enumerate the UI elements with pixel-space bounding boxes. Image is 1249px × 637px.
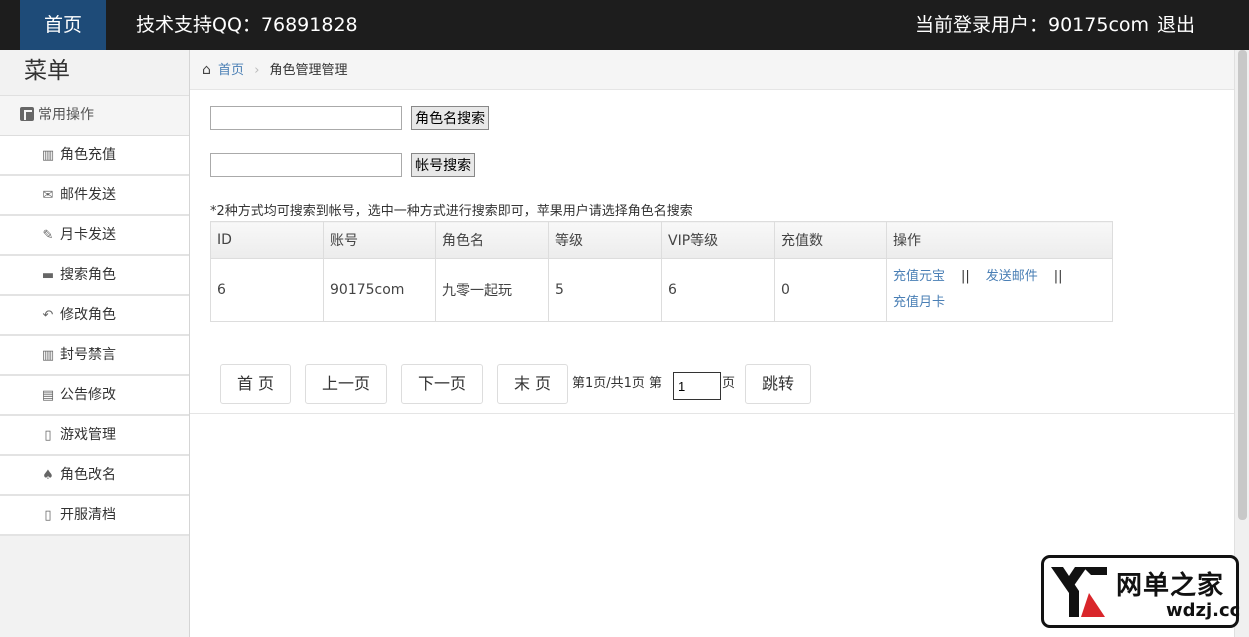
first-page-button[interactable]: 首 页 (220, 364, 291, 404)
home-icon: ⌂ (202, 62, 211, 78)
search-panel: 角色名搜索 帐号搜索 *2种方式均可搜索到帐号，选中一种方式进行搜索即可，苹果用… (190, 90, 1234, 414)
sidebar-item-server-reset[interactable]: ▯ 开服清档 (0, 496, 189, 536)
list-icon: ▤ (41, 388, 55, 403)
sidebar-item-mail-send[interactable]: ✉ 邮件发送 (0, 176, 189, 216)
search-note: *2种方式均可搜索到帐号，选中一种方式进行搜索即可，苹果用户请选择角色名搜索 (210, 204, 693, 219)
action-separator: || (961, 269, 970, 284)
role-search-button[interactable]: 角色名搜索 (411, 106, 490, 130)
spade-icon: ♠ (42, 468, 54, 483)
sidebar-group-common[interactable]: 常用操作 (0, 96, 189, 136)
cell-account: 90175com (323, 258, 436, 322)
pen-icon: ✎ (42, 228, 54, 243)
folder-icon: ▬ (41, 268, 55, 283)
home-tab[interactable]: 首页 (20, 0, 106, 50)
breadcrumb-current: 角色管理管理 (269, 63, 348, 78)
cell-recharge: 0 (774, 258, 887, 322)
action-separator: || (1053, 269, 1063, 284)
column-header: ID (210, 221, 324, 259)
column-header: VIP等级 (661, 221, 775, 259)
account-input[interactable] (210, 153, 402, 177)
column-header: 账号 (323, 221, 436, 259)
table-row: 6 90175com 九零一起玩 5 6 0 充值元宝 || 发送邮件 || 充值月卡 (210, 258, 1113, 322)
main-content: ⌂ 首页 › 角色管理管理 角色名搜索 帐号搜索 *2种方式均可搜索到帐号，选中… (190, 50, 1234, 637)
sidebar-title: 菜单 (0, 50, 189, 96)
breadcrumb-home-link[interactable]: 首页 (218, 63, 244, 78)
account-search-row: 帐号搜索 (210, 153, 476, 179)
sidebar-item-search-role[interactable]: ▬ 搜索角色 (0, 256, 189, 296)
recharge-monthly-card-link[interactable]: 充值月卡 (893, 295, 945, 310)
watermark-logo: 网单之家 wdzj.cc (1041, 555, 1241, 628)
file-icon: ▯ (44, 428, 52, 443)
books-icon: ▥ (41, 348, 55, 363)
role-search-row: 角色名搜索 (210, 106, 490, 132)
cell-role-name: 九零一起玩 (435, 258, 549, 322)
sidebar-item-label: 开服清档 (60, 507, 116, 523)
sidebar-item-edit-role[interactable]: ↶ 修改角色 (0, 296, 189, 336)
sidebar-item-role-recharge[interactable]: ▥ 角色充值 (0, 136, 189, 176)
file-icon: ▯ (44, 508, 52, 523)
top-navbar: 首页 技术支持QQ：76891828 当前登录用户：90175com 退出 (0, 0, 1249, 50)
wdzj-logo-icon (1051, 567, 1107, 617)
logout-link[interactable]: 退出 (1157, 0, 1195, 50)
sidebar-item-label: 封号禁言 (60, 347, 116, 363)
sidebar-item-label: 角色改名 (60, 467, 116, 483)
cell-id: 6 (210, 258, 324, 322)
account-search-button[interactable]: 帐号搜索 (411, 153, 476, 177)
jump-button[interactable]: 跳转 (745, 364, 811, 404)
sidebar-item-label: 邮件发送 (60, 187, 116, 203)
sidebar-menu: ▥ 角色充值 ✉ 邮件发送 ✎ 月卡发送 ▬ 搜索角色 ↶ 修改角色 ▥ 封号禁言 ▤ 公告修… (0, 136, 189, 536)
books-icon: ▥ (41, 148, 55, 163)
sidebar-item-label: 搜索角色 (60, 267, 116, 283)
page-info: 第1页/共1页 第 (572, 376, 663, 391)
column-header: 操作 (886, 221, 1113, 259)
sidebar-item-rename-role[interactable]: ♠ 角色改名 (0, 456, 189, 496)
cell-actions: 充值元宝 || 发送邮件 || 充值月卡 (886, 258, 1113, 322)
sidebar-item-label: 角色充值 (60, 147, 116, 163)
sidebar-item-game-manage[interactable]: ▯ 游戏管理 (0, 416, 189, 456)
sidebar-item-label: 游戏管理 (60, 427, 116, 443)
sidebar-item-label: 公告修改 (60, 387, 116, 403)
cell-level: 5 (548, 258, 662, 322)
support-qq-text: 技术支持QQ：76891828 (136, 14, 358, 36)
sidebar-group-label: 常用操作 (38, 107, 94, 123)
scrollbar-thumb[interactable] (1238, 50, 1247, 520)
current-user-text: 当前登录用户：90175com (915, 14, 1150, 36)
breadcrumb: ⌂ 首页 › 角色管理管理 (190, 50, 1234, 90)
table-header-row: ID 账号 角色名 等级 VIP等级 充值数 操作 (210, 221, 1113, 259)
envelope-icon: ✉ (42, 188, 54, 203)
breadcrumb-separator-icon: › (254, 63, 260, 78)
cell-vip-level: 6 (661, 258, 775, 322)
reply-icon: ↶ (42, 308, 54, 323)
column-header: 角色名 (435, 221, 549, 259)
last-page-button[interactable]: 末 页 (497, 364, 568, 404)
watermark-cn: 网单之家 (1116, 571, 1225, 601)
column-header: 等级 (548, 221, 662, 259)
column-header: 充值数 (774, 221, 887, 259)
watermark-en: wdzj.cc (1166, 600, 1241, 621)
vertical-scrollbar[interactable] (1234, 50, 1249, 637)
send-mail-link[interactable]: 发送邮件 (986, 269, 1038, 284)
sidebar-item-monthly-card[interactable]: ✎ 月卡发送 (0, 216, 189, 256)
page-number-input[interactable] (673, 372, 721, 400)
sidebar-item-label: 修改角色 (60, 307, 116, 323)
page-info-suffix: 页 (722, 376, 736, 391)
sidebar-item-announcement[interactable]: ▤ 公告修改 (0, 376, 189, 416)
sidebar: 菜单 常用操作 ▥ 角色充值 ✉ 邮件发送 ✎ 月卡发送 ▬ 搜索角色 ↶ 修改角色 ▥ 封… (0, 50, 190, 637)
edit-icon (20, 107, 34, 121)
role-table: ID 账号 角色名 等级 VIP等级 充值数 操作 6 90175com 九零一… (210, 221, 1113, 322)
sidebar-item-ban[interactable]: ▥ 封号禁言 (0, 336, 189, 376)
next-page-button[interactable]: 下一页 (401, 364, 483, 404)
role-name-input[interactable] (210, 106, 402, 130)
sidebar-item-label: 月卡发送 (60, 227, 116, 243)
recharge-yuanbao-link[interactable]: 充值元宝 (893, 269, 945, 284)
prev-page-button[interactable]: 上一页 (305, 364, 387, 404)
